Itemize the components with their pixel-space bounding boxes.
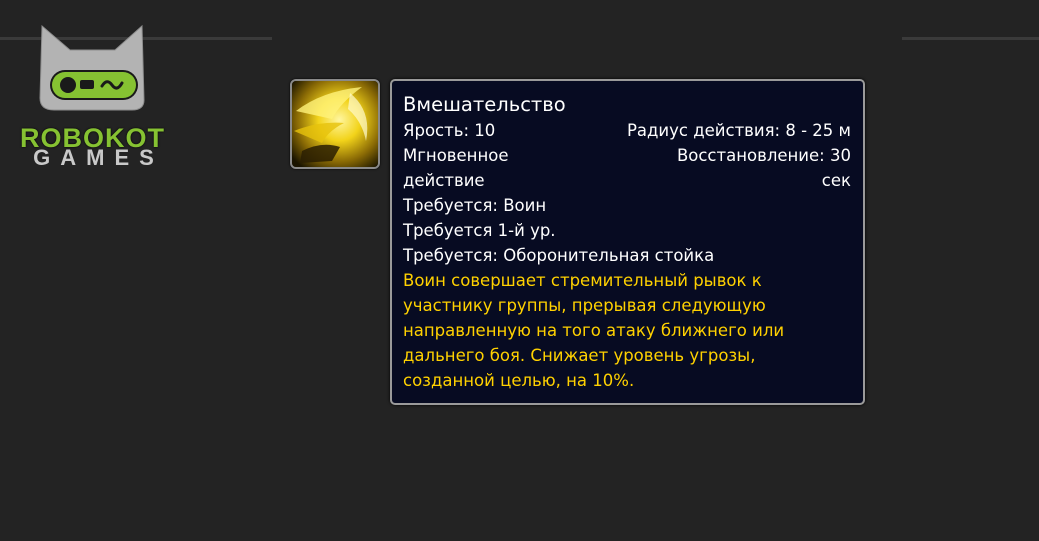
requirement-stance: Требуется: Оборонительная стойка [403,246,715,265]
robokot-games-logo[interactable]: ROBOKOT GAMES [20,18,165,170]
cast-cooldown-row: Мгновенное действие Восстановление: 30 с… [403,143,851,193]
logo-wordmark-games: GAMES [33,145,164,170]
spell-icon-intervene[interactable] [290,79,380,169]
spell-cost: Ярость: 10 [403,121,496,140]
cost-range-row: Ярость: 10 Радиус действия: 8 - 25 м [403,118,851,143]
requirement-level: Требуется 1-й ур. [403,221,556,240]
spell-cast-time: Мгновенное действие [403,146,509,190]
spell-description: Воин совершает стремительный рывок к уча… [403,271,785,390]
spell-range: Радиус действия: 8 - 25 м [626,121,851,140]
spell-cooldown: Восстановление: 30 сек [676,146,851,190]
spell-tooltip: Вмешательство Ярость: 10 Радиус действия… [390,79,865,405]
requirement-class: Требуется: Воин [403,196,547,215]
robot-cat-head-icon [39,24,145,111]
header-divider-right [902,37,1039,40]
spell-name: Вмешательство [403,93,566,116]
intervene-icon [292,81,378,167]
